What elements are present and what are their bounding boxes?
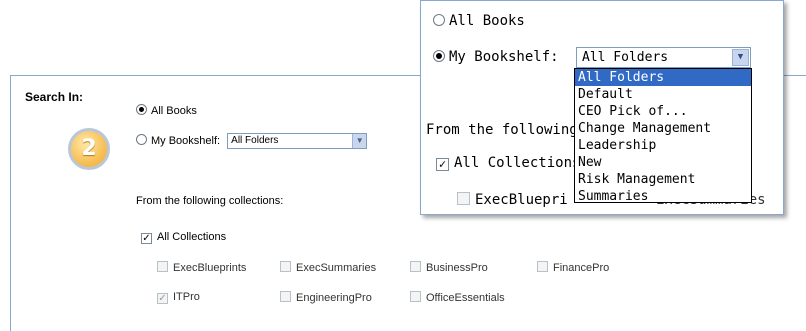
collection-checkbox[interactable]	[537, 261, 548, 272]
zoom-my-bookshelf-radio[interactable]	[433, 50, 445, 62]
collection-checkbox[interactable]	[280, 291, 291, 302]
zoom-collection-label: ExecBluepri	[475, 192, 568, 208]
folder-select-value: All Folders	[231, 135, 279, 146]
collection-label: ExecBlueprints	[173, 262, 247, 274]
dropdown-option[interactable]: Default	[575, 86, 751, 103]
all-collections-option[interactable]: ✓ All Collections	[141, 231, 226, 244]
collection-label: ITPro	[173, 291, 200, 303]
collection-label: FinancePro	[553, 262, 610, 274]
my-bookshelf-option[interactable]: My Bookshelf: All Folders ▼	[136, 133, 368, 149]
zoom-collection-checkbox[interactable]	[457, 192, 470, 205]
collection-item[interactable]: FinancePro	[537, 261, 609, 274]
zoom-my-bookshelf-label: My Bookshelf:	[449, 49, 559, 65]
collection-item[interactable]: EngineeringPro	[280, 291, 372, 304]
dropdown-option[interactable]: Risk Management	[575, 171, 751, 188]
all-books-label: All Books	[151, 105, 197, 117]
dropdown-option[interactable]: Summaries	[575, 188, 751, 205]
zoom-all-collections-label: All Collections	[454, 155, 581, 171]
collection-label: ExecSummaries	[296, 262, 377, 274]
step-badge: 2	[68, 128, 110, 170]
dropdown-option[interactable]: Change Management	[575, 120, 751, 137]
collection-checkbox[interactable]	[157, 261, 168, 272]
zoom-callout: All Books My Bookshelf: All Folders ▼ Fr…	[420, 0, 784, 215]
all-books-radio[interactable]	[136, 104, 147, 115]
chevron-down-icon[interactable]: ▼	[732, 49, 749, 66]
dropdown-option[interactable]: All Folders	[575, 69, 751, 86]
search-in-label: Search In:	[25, 90, 84, 104]
folder-select[interactable]: All Folders ▼	[227, 133, 368, 149]
zoom-folder-select-value: All Folders	[582, 50, 669, 65]
zoom-my-bookshelf-option[interactable]: My Bookshelf:	[433, 49, 559, 65]
collection-checkbox[interactable]	[410, 261, 421, 272]
zoom-all-collections-checkbox[interactable]: ✓	[436, 158, 449, 171]
dropdown-option[interactable]: New	[575, 154, 751, 171]
my-bookshelf-radio[interactable]	[136, 133, 147, 145]
collection-item[interactable]: ExecSummaries	[280, 261, 376, 274]
zoom-collection-item[interactable]: ExecBluepri	[457, 192, 568, 208]
all-books-option[interactable]: All Books	[136, 104, 197, 117]
collection-item[interactable]: ExecBlueprints	[157, 261, 246, 274]
collection-label: OfficeEssentials	[426, 292, 505, 304]
chevron-down-icon[interactable]: ▼	[352, 134, 367, 148]
collections-heading: From the following collections:	[136, 195, 284, 207]
my-bookshelf-label: My Bookshelf:	[151, 134, 221, 147]
folder-dropdown-list[interactable]: All Folders Default CEO Pick of... Chang…	[574, 68, 752, 205]
collection-item[interactable]: BusinessPro	[410, 261, 488, 274]
zoom-collections-heading: From the following	[426, 122, 578, 138]
collection-item[interactable]: OfficeEssentials	[410, 291, 505, 304]
collection-checkbox[interactable]: ✓	[157, 293, 168, 304]
collection-label: BusinessPro	[426, 262, 488, 274]
zoom-folder-select[interactable]: All Folders ▼	[576, 47, 751, 68]
zoom-all-books-radio[interactable]	[433, 14, 445, 26]
collection-item[interactable]: ✓ ITPro	[157, 291, 200, 304]
dropdown-option[interactable]: Leadership	[575, 137, 751, 154]
zoom-all-collections-option[interactable]: ✓ All Collections	[436, 155, 580, 171]
dropdown-option[interactable]: CEO Pick of...	[575, 103, 751, 120]
all-collections-checkbox[interactable]: ✓	[141, 233, 152, 244]
zoom-all-books-label: All Books	[449, 13, 525, 29]
collection-checkbox[interactable]	[280, 261, 291, 272]
collection-label: EngineeringPro	[296, 292, 372, 304]
zoom-all-books-option[interactable]: All Books	[433, 13, 525, 29]
collection-checkbox[interactable]	[410, 291, 421, 302]
all-collections-label: All Collections	[157, 231, 227, 243]
